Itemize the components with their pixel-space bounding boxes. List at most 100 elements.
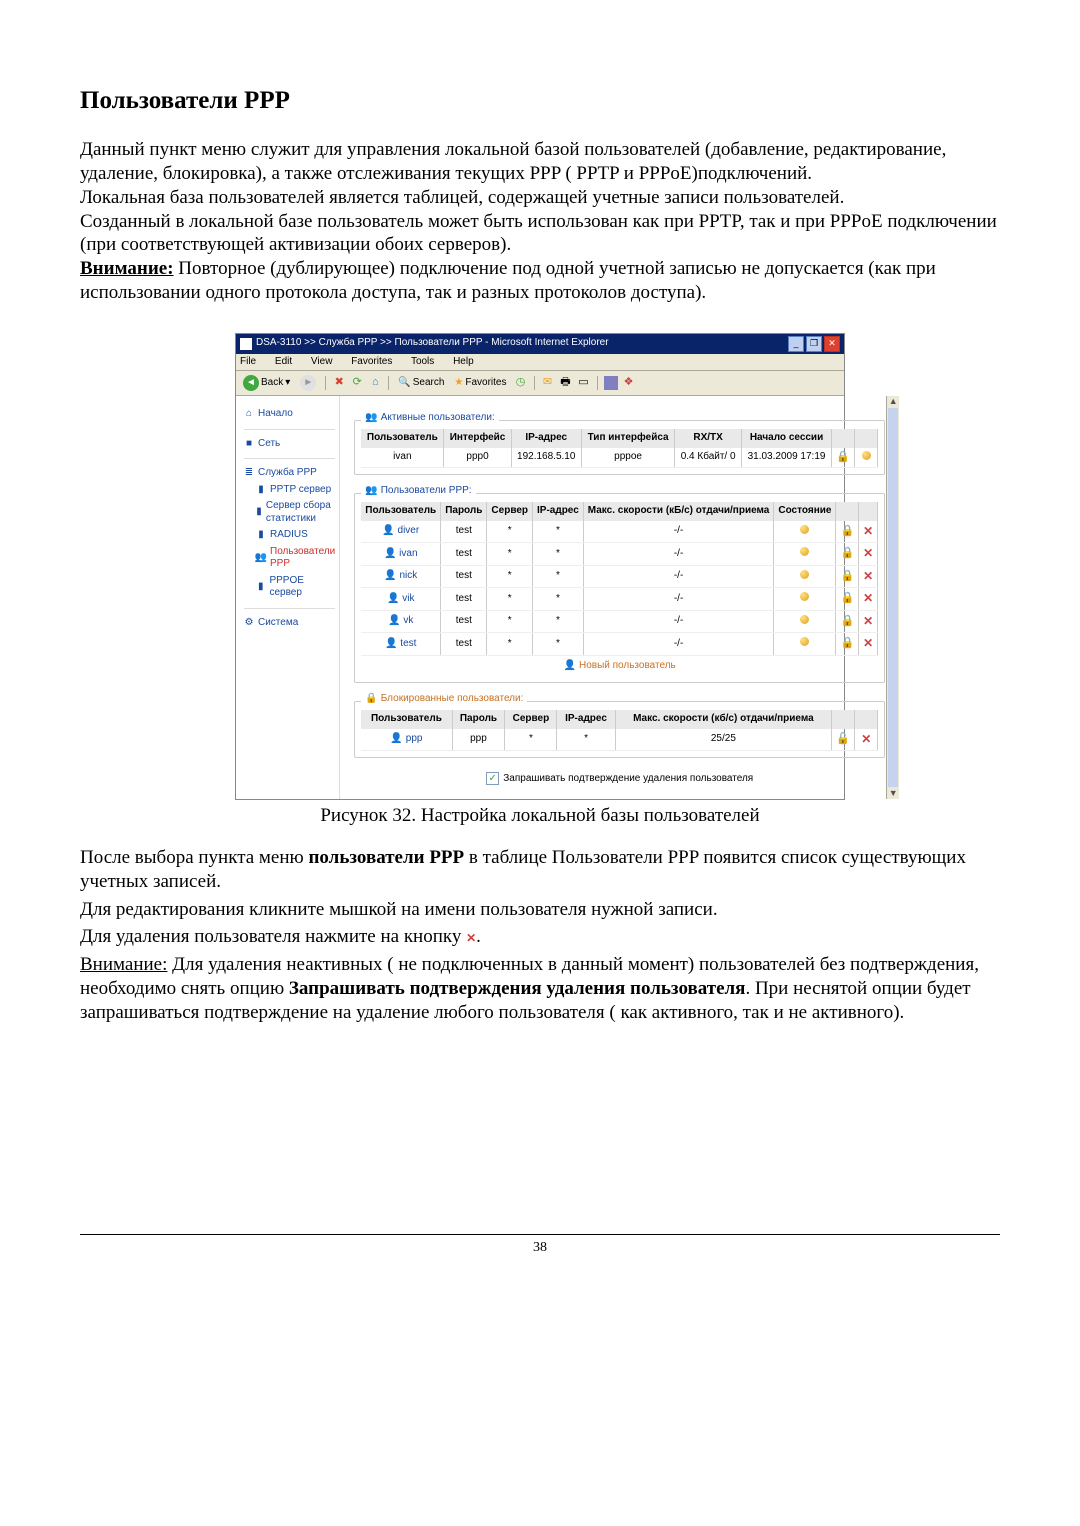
delete-icon[interactable]: ✕ bbox=[863, 636, 873, 651]
forward-button[interactable]: ► bbox=[297, 374, 319, 392]
table-row: ivan ppp0 192.168.5.10 pppoe 0.4 Кбайт/ … bbox=[361, 448, 877, 468]
user-link[interactable]: 👤 ivan bbox=[384, 548, 418, 561]
delete-icon[interactable]: ✕ bbox=[861, 732, 871, 747]
sidebar-item-home[interactable]: ⌂Начало bbox=[244, 406, 335, 423]
bulb-icon[interactable] bbox=[800, 615, 809, 624]
lock-icon[interactable]: 🔒 bbox=[836, 451, 850, 463]
back-button[interactable]: ◄Back ▾ bbox=[240, 374, 293, 392]
delete-icon[interactable]: ✕ bbox=[863, 546, 873, 561]
user-link[interactable]: 👤 ppp bbox=[390, 733, 422, 746]
scroll-down-icon[interactable]: ▼ bbox=[889, 788, 898, 799]
confirm-delete-checkbox[interactable]: ✓ bbox=[486, 772, 499, 785]
warn-label: Внимание: bbox=[80, 258, 174, 279]
sidebar-item-system[interactable]: ⚙Система bbox=[244, 615, 335, 632]
menu-help[interactable]: Help bbox=[453, 356, 482, 367]
col-u-srv: Сервер bbox=[487, 502, 533, 521]
fieldset-users: 👥Пользователи PPP: Пользователь Пароль С… bbox=[354, 493, 885, 683]
after-para-3: Для удаления пользователя нажмите на кно… bbox=[80, 925, 1000, 949]
home-button[interactable]: ⌂ bbox=[368, 376, 382, 390]
lock-icon[interactable]: 🔒 bbox=[840, 637, 854, 649]
menu-file[interactable]: File bbox=[240, 356, 264, 367]
delete-icon[interactable]: ✕ bbox=[863, 524, 873, 539]
col-ip: IP-адрес bbox=[511, 429, 581, 448]
body-text: Данный пункт меню служит для управления … bbox=[80, 138, 1000, 304]
after-para-1: После выбора пункта меню пользователи PP… bbox=[80, 846, 1000, 894]
table-row: 👤 viktest**-/-🔒✕ bbox=[361, 588, 877, 611]
page-title: Пользователи PPP bbox=[80, 85, 1000, 116]
maximize-button[interactable]: ❐ bbox=[806, 336, 822, 352]
bulb-icon[interactable] bbox=[862, 451, 871, 460]
user-link[interactable]: 👤 diver bbox=[382, 525, 419, 538]
refresh-button[interactable]: ⟳ bbox=[350, 376, 364, 390]
sidebar-item-ppp[interactable]: ≣Служба PPP bbox=[244, 465, 335, 482]
delete-icon[interactable]: ✕ bbox=[863, 614, 873, 629]
col-b-user: Пользователь bbox=[361, 710, 452, 729]
sidebar-item-pppoe[interactable]: ▮PPPOE сервер bbox=[244, 573, 335, 602]
unlock-icon[interactable]: 🔓 bbox=[836, 733, 850, 745]
people-icon: 👥 bbox=[365, 485, 377, 498]
bulb-icon[interactable] bbox=[800, 637, 809, 646]
history-button[interactable]: ◷ bbox=[514, 376, 528, 390]
sidebar-item-radius[interactable]: ▮RADIUS bbox=[244, 527, 335, 544]
bulb-icon[interactable] bbox=[800, 592, 809, 601]
scroll-thumb[interactable] bbox=[888, 408, 898, 787]
search-button[interactable]: 🔍Search bbox=[395, 376, 447, 391]
ext1-button[interactable] bbox=[604, 376, 618, 390]
after-para-2: Для редактирования кликните мышкой на им… bbox=[80, 898, 1000, 922]
table-row: 👤 ivantest**-/-🔒✕ bbox=[361, 543, 877, 566]
lock-icon[interactable]: 🔒 bbox=[840, 615, 854, 627]
lock-icon[interactable]: 🔒 bbox=[840, 592, 854, 604]
bulb-icon[interactable] bbox=[800, 547, 809, 556]
fieldset-active: 👥Активные пользователи: Пользователь Инт… bbox=[354, 420, 885, 475]
print-button[interactable]: 🖶 bbox=[559, 376, 573, 390]
col-b-pass: Пароль bbox=[452, 710, 505, 729]
confirm-delete-label: Запрашивать подтверждение удаления польз… bbox=[503, 773, 753, 786]
user-link[interactable]: 👤 test bbox=[385, 638, 416, 651]
page-footer: 38 bbox=[80, 1234, 1000, 1257]
user-link[interactable]: 👤 vk bbox=[388, 615, 413, 628]
table-row: 👤 testtest**-/-🔒✕ bbox=[361, 633, 877, 656]
ie-titlebar: DSA-3110 >> Служба PPP >> Пользователи P… bbox=[236, 334, 844, 354]
favorites-button[interactable]: ★Favorites bbox=[451, 376, 509, 391]
ie-menubar: File Edit View Favorites Tools Help bbox=[236, 354, 844, 372]
col-u-ip: IP-адрес bbox=[533, 502, 584, 521]
lock-icon[interactable]: 🔒 bbox=[840, 525, 854, 537]
col-u-user: Пользователь bbox=[361, 502, 440, 521]
page-number: 38 bbox=[533, 1240, 547, 1255]
stop-button[interactable]: ✖ bbox=[332, 376, 346, 390]
col-user: Пользователь bbox=[361, 429, 444, 448]
menu-view[interactable]: View bbox=[311, 356, 341, 367]
col-u-pass: Пароль bbox=[441, 502, 487, 521]
table-row: 👤 vktest**-/-🔒✕ bbox=[361, 610, 877, 633]
delete-icon[interactable]: ✕ bbox=[863, 591, 873, 606]
window-title: DSA-3110 >> Служба PPP >> Пользователи P… bbox=[256, 337, 609, 350]
minimize-button[interactable]: _ bbox=[788, 336, 804, 352]
col-b-spd: Макс. скорости (кб/c) отдачи/приема bbox=[615, 710, 832, 729]
menu-edit[interactable]: Edit bbox=[275, 356, 300, 367]
edit-button[interactable]: ▭ bbox=[577, 376, 591, 390]
sidebar-item-users[interactable]: 👥Пользователи PPP bbox=[244, 544, 335, 573]
table-row: 👤 divertest**-/-🔒✕ bbox=[361, 521, 877, 543]
close-button[interactable]: ✕ bbox=[824, 336, 840, 352]
mail-button[interactable]: ✉ bbox=[541, 376, 555, 390]
sidebar-item-pptp[interactable]: ▮PPTP сервер bbox=[244, 482, 335, 499]
user-link[interactable]: 👤 nick bbox=[384, 570, 417, 583]
lock-icon[interactable]: 🔒 bbox=[840, 547, 854, 559]
vertical-scrollbar[interactable]: ▲ ▼ bbox=[886, 396, 899, 799]
sidebar-item-stats[interactable]: ▮Сервер сбора статистики bbox=[244, 498, 335, 527]
menu-tools[interactable]: Tools bbox=[411, 356, 442, 367]
para-2: Локальная база пользователей является та… bbox=[80, 186, 1000, 210]
sidebar-item-net[interactable]: ■Сеть bbox=[244, 436, 335, 453]
delete-icon: ✕ bbox=[466, 931, 476, 946]
bulb-icon[interactable] bbox=[800, 570, 809, 579]
table-row: 👤 ppp ppp * * 25/25 🔓 ✕ bbox=[361, 729, 877, 751]
main-panel: 👥Активные пользователи: Пользователь Инт… bbox=[340, 396, 899, 799]
user-link[interactable]: 👤 vik bbox=[387, 593, 414, 606]
ext2-button[interactable]: ❖ bbox=[622, 376, 636, 390]
menu-favorites[interactable]: Favorites bbox=[351, 356, 400, 367]
delete-icon[interactable]: ✕ bbox=[863, 569, 873, 584]
lock-icon[interactable]: 🔒 bbox=[840, 570, 854, 582]
add-user-link[interactable]: 👤 Новый пользователь bbox=[361, 656, 878, 677]
scroll-up-icon[interactable]: ▲ bbox=[889, 396, 898, 407]
bulb-icon[interactable] bbox=[800, 525, 809, 534]
